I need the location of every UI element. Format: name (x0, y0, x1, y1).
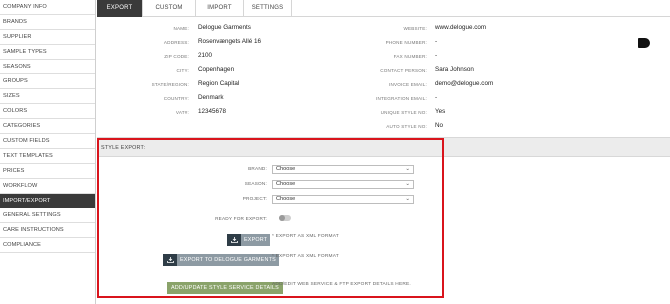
season-select-value: Choose (276, 181, 296, 187)
highlight-frame (97, 138, 444, 298)
phone-number-label: PHONE NUMBER: (385, 40, 427, 45)
export-note: * EXPORT AS XML FORMAT (272, 234, 339, 239)
sidebar-item-seasons[interactable]: SEASONS (0, 60, 95, 75)
brand-label: BRAND: (248, 166, 267, 171)
project-select-value: Choose (276, 196, 296, 202)
export-button[interactable]: EXPORT (227, 234, 271, 246)
integration-email-value: - (435, 94, 438, 101)
sidebar-item-colors[interactable]: COLORS (0, 104, 95, 120)
project-select[interactable]: Choose ⌄ (272, 195, 414, 204)
city-value: Copenhagen (198, 66, 235, 73)
sidebar-item-import-export[interactable]: IMPORT/EXPORT (0, 193, 95, 209)
ready-for-export-label: READY FOR EXPORT: (215, 216, 267, 221)
fax-number-label: FAX NUMBER: (393, 54, 427, 59)
vat-value: 12345678 (198, 108, 227, 115)
chevron-down-icon: ⌄ (405, 196, 410, 202)
sidebar: COMPANY INFO BRANDS SUPPLIER SAMPLE TYPE… (0, 0, 96, 304)
phone-number-value: - (435, 38, 438, 45)
sidebar-item-general-settings[interactable]: GENERAL SETTINGS (0, 208, 95, 224)
name-value: Delogue Garments (198, 24, 251, 31)
sidebar-item-company-info[interactable]: COMPANY INFO (0, 0, 95, 15)
contact-person-label: CONTACT PERSON: (380, 68, 427, 73)
sidebar-item-text-templates[interactable]: TEXT TEMPLATES (0, 149, 95, 164)
style-export-header (97, 137, 670, 157)
state-region-value: Region Capital (198, 80, 240, 87)
tab-export[interactable]: EXPORT (97, 0, 143, 17)
sidebar-item-supplier[interactable]: SUPPLIER (0, 30, 95, 45)
sidebar-item-brands[interactable]: BRANDS (0, 15, 95, 30)
export-to-delogue-label: EXPORT TO DELOGUE GARMENTS (177, 254, 279, 266)
download-icon (227, 234, 241, 246)
website-label: WEBSITE: (403, 26, 427, 31)
download-icon (163, 254, 177, 266)
sidebar-item-sample-types[interactable]: SAMPLE TYPES (0, 45, 95, 60)
sidebar-item-sizes[interactable]: SIZES (0, 89, 95, 105)
company-logo-mark (638, 38, 650, 48)
address-value: Rosenvængets Allé 16 (198, 38, 262, 45)
sidebar-item-workflow[interactable]: WORKFLOW (0, 179, 95, 194)
sidebar-item-groups[interactable]: GROUPS (0, 74, 95, 90)
tab-custom-export[interactable]: CUSTOM EXPORT (143, 0, 196, 28)
sidebar-item-compliance[interactable]: COMPLIANCE (0, 238, 95, 254)
style-export-title: STYLE EXPORT: (101, 145, 146, 151)
city-label: CITY: (176, 68, 189, 73)
auto-style-no-value: No (435, 122, 444, 129)
brand-select[interactable]: Choose ⌄ (272, 165, 414, 174)
season-label: SEASON: (244, 181, 267, 186)
toggle-knob (279, 215, 285, 221)
export-to-delogue-button[interactable]: EXPORT TO DELOGUE GARMENTS (163, 254, 279, 266)
website-value: www.delogue.com (435, 24, 487, 31)
sidebar-item-custom-fields[interactable]: CUSTOM FIELDS (0, 134, 95, 149)
invoice-email-value: demo@delogue.com (435, 80, 494, 87)
state-region-label: STATE/REGION: (151, 82, 189, 87)
tab-import[interactable]: IMPORT (196, 0, 244, 17)
chevron-down-icon: ⌄ (405, 166, 410, 172)
tab-bar: EXPORT CUSTOM EXPORT IMPORT SETTINGS (97, 0, 670, 28)
export-button-label: EXPORT (241, 234, 271, 246)
zip-code-label: ZIP CODE: (164, 54, 189, 59)
country-label: COUNTRY: (163, 96, 189, 101)
season-select[interactable]: Choose ⌄ (272, 180, 414, 189)
ready-for-export-toggle[interactable] (279, 215, 291, 221)
brand-select-value: Choose (276, 166, 296, 172)
unique-style-no-label: UNIQUE STYLE NO: (380, 110, 427, 115)
invoice-email-label: INVOICE EMAIL: (388, 82, 427, 87)
sidebar-item-prices[interactable]: PRICES (0, 164, 95, 179)
project-label: PROJECT: (242, 196, 267, 201)
vat-label: VAT#: (175, 110, 189, 115)
name-label: NAME: (173, 26, 189, 31)
country-value: Denmark (198, 94, 224, 101)
integration-email-label: INTEGRATION EMAIL: (376, 96, 427, 101)
export-delogue-note: * EXPORT AS XML FORMAT (272, 254, 339, 259)
chevron-down-icon: ⌄ (405, 181, 410, 187)
address-label: ADDRESS: (163, 40, 189, 45)
sidebar-item-care-instructions[interactable]: CARE INSTRUCTIONS (0, 223, 95, 239)
sidebar-item-categories[interactable]: CATEGORIES (0, 119, 95, 135)
tab-settings[interactable]: SETTINGS (244, 0, 292, 17)
fax-number-value: - (435, 52, 438, 59)
auto-style-no-label: AUTO STYLE NO: (386, 124, 427, 129)
add-update-style-service-button[interactable]: ADD/UPDATE STYLE SERVICE DETAILS (167, 282, 283, 294)
unique-style-no-value: Yes (435, 108, 446, 115)
contact-person-value: Sara Johnson (435, 66, 474, 73)
add-update-note: ADD/EDIT WEB SERVICE & FTP EXPORT DETAIL… (272, 282, 411, 287)
zip-code-value: 2100 (198, 52, 213, 59)
company-info-panel (97, 17, 670, 133)
